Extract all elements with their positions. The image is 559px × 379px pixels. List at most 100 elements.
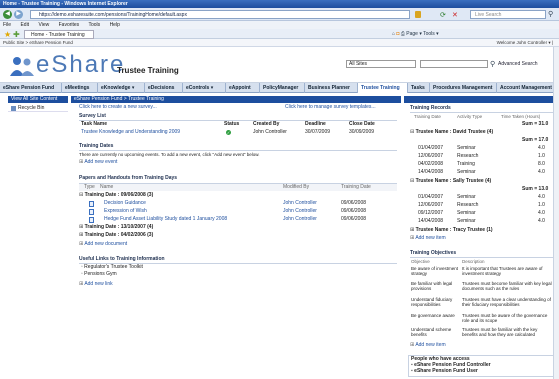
add-new-record-link[interactable]: ⊞ Add new item <box>410 235 446 242</box>
sum-total: Sum = 31.0 <box>522 121 549 127</box>
view-all-site-content-link[interactable]: View All Site Content <box>8 96 68 103</box>
menu-view[interactable]: View <box>38 22 49 28</box>
add-new-link[interactable]: ⊞ Add new link <box>79 281 113 288</box>
menu-favorites[interactable]: Favorites <box>59 22 80 28</box>
objective-name[interactable]: Be familiar with legal provisions <box>411 281 459 291</box>
nav-procedures-management[interactable]: Procedures Management ▾ <box>430 83 497 101</box>
nav-eshare-pension-fund[interactable]: eShare Pension Fund <box>0 83 62 93</box>
record-date[interactable]: 04/02/2008 <box>418 161 443 168</box>
group-training-date-2[interactable]: ⊞ Training Date : 13/10/2007 (4) <box>79 224 153 231</box>
group-training-date-1[interactable]: ⊟ Training Date : 09/06/2008 (3) <box>79 192 153 199</box>
favorites-star-icon[interactable]: ★ <box>4 30 11 39</box>
doc-modified-by[interactable]: John Controller <box>283 216 317 223</box>
browser-tab[interactable]: Home - Trustee Training <box>24 30 94 39</box>
recycle-bin-link[interactable]: Recycle Bin <box>8 104 68 112</box>
nav-policymanager[interactable]: PolicyManager <box>260 83 305 93</box>
record-date[interactable]: 14/04/2008 <box>418 169 443 176</box>
breadcrumb[interactable]: Public Site > eShare Pension Fund <box>0 39 559 47</box>
survey-list-title: Survey List <box>79 113 106 119</box>
col-name[interactable]: Name <box>100 184 113 191</box>
menu-edit[interactable]: Edit <box>20 22 29 28</box>
advanced-search-link[interactable]: Advanced Search <box>498 61 537 67</box>
col-modified-by[interactable]: Modified By <box>283 184 309 191</box>
menu-tools[interactable]: Tools <box>88 22 100 28</box>
nav-eknowledge[interactable]: eKnowledge ▾ <box>98 83 145 93</box>
col-objective[interactable]: Objective <box>411 258 430 265</box>
group-training-date-3[interactable]: ⊞ Training Date : 04/02/2006 (3) <box>79 232 153 239</box>
menu-file[interactable]: File <box>3 22 11 28</box>
col-task-name[interactable]: Task Name <box>81 121 107 128</box>
group-sally-trustee[interactable]: ⊟ Trustee Name : Sally Trustee (4) <box>410 178 491 185</box>
objective-description: Trustees must have a clear understanding… <box>462 297 551 307</box>
objective-name[interactable]: Understand scheme benefits <box>411 327 459 337</box>
forward-icon[interactable]: ▶ <box>14 10 23 19</box>
nav-trustee-training[interactable]: Trustee Training <box>358 83 408 93</box>
feeds-icon[interactable]: ◘ <box>396 31 399 37</box>
browser-toolbar-right[interactable]: ⌂ ◘ ⎙ Page ▾ Tools ▾ <box>392 30 439 39</box>
menu-help[interactable]: Help <box>110 22 120 28</box>
group-tracy-trustee[interactable]: ⊞ Trustee Name : Tracy Trustee (1) <box>410 227 493 234</box>
add-favorite-icon[interactable]: ✚ <box>13 30 20 39</box>
col-description[interactable]: Description <box>462 258 485 265</box>
doc-link[interactable]: Expression of Wish <box>104 208 147 215</box>
search-icon[interactable]: ⚲ <box>548 10 553 18</box>
col-record-date[interactable]: Training Date <box>414 113 441 120</box>
people-group-link[interactable]: ▪ eShare Pension Fund User <box>411 368 478 374</box>
record-date[interactable]: 12/06/2007 <box>418 153 443 160</box>
browser-search-input[interactable]: Live Search <box>470 10 546 19</box>
add-new-objective-link[interactable]: ⊞ Add new item <box>410 342 446 349</box>
link-item-label: Pensions Gym <box>84 271 117 277</box>
record-date[interactable]: 12/06/2007 <box>418 202 443 209</box>
group-david-trustee[interactable]: ⊟ Trustee Name : David Trustee (4) <box>410 129 493 136</box>
record-date[interactable]: 09/12/2007 <box>418 210 443 217</box>
back-icon[interactable]: ◀ <box>3 10 12 19</box>
refresh-icon[interactable]: ⟳ <box>440 11 446 19</box>
doc-link[interactable]: Hedge Fund Asset Liability Study dated 1… <box>104 216 227 223</box>
add-new-event-link[interactable]: ⊞ Add new event <box>79 159 117 166</box>
doc-modified-by[interactable]: John Controller <box>283 208 317 215</box>
welcome-menu[interactable]: Welcome John Controller ▾ | <box>497 39 553 47</box>
scope-select[interactable]: All Sites <box>346 60 416 68</box>
stop-icon[interactable]: ✕ <box>452 11 458 19</box>
col-deadline[interactable]: Deadline <box>305 121 326 128</box>
col-status[interactable]: Status <box>224 121 239 128</box>
group-label: Trustee Name : David Trustee (4) <box>415 129 494 135</box>
group-1-label: Training Date : 09/06/2008 (3) <box>84 192 154 198</box>
nav-econtrols[interactable]: eControls ▾ <box>183 83 226 93</box>
objective-name[interactable]: Be governance aware <box>411 313 459 318</box>
page-tools-menu[interactable]: Page ▾ Tools ▾ <box>406 31 438 37</box>
col-created-by[interactable]: Created By <box>253 121 279 128</box>
col-activity-type[interactable]: Activity Type <box>457 113 482 120</box>
link-item[interactable]: ▫ Pensions Gym <box>81 271 117 278</box>
record-date[interactable]: 01/04/2007 <box>418 145 443 152</box>
nav-account-management[interactable]: Account Management <box>497 83 559 93</box>
create-survey-link[interactable]: Click here to create a new survey... <box>79 104 157 111</box>
record-date[interactable]: 14/04/2008 <box>418 218 443 225</box>
objective-name[interactable]: Be aware of investment strategy <box>411 266 459 276</box>
survey-created-by: John Controller <box>253 129 287 135</box>
record-date[interactable]: 01/04/2007 <box>418 194 443 201</box>
survey-task-link[interactable]: Trustee Knowledge and Understanding 2009 <box>81 129 180 136</box>
col-time-taken[interactable]: Time Taken (Hours) <box>501 113 540 120</box>
useful-links-title: Useful Links to Training Information <box>79 256 165 262</box>
doc-modified-by[interactable]: John Controller <box>283 200 317 207</box>
page-scrollbar[interactable] <box>553 47 559 379</box>
nav-eappoint[interactable]: eAppoint <box>226 83 260 93</box>
col-type[interactable]: Type <box>84 184 95 191</box>
url-input[interactable]: https://demo.esharesuite.com/pensions/Tr… <box>30 10 410 19</box>
col-close-date[interactable]: Close Date <box>349 121 375 128</box>
nav-business-planner[interactable]: Business Planner <box>305 83 358 93</box>
site-search-icon[interactable]: ⚲ <box>490 60 495 68</box>
nav-tasks[interactable]: Tasks <box>408 83 430 93</box>
manage-survey-templates-link[interactable]: Click here to manage survey templates... <box>285 104 376 111</box>
add-new-document-link[interactable]: ⊞ Add new document <box>79 241 127 248</box>
doc-link[interactable]: Decision Guidance <box>104 200 146 207</box>
print-icon[interactable]: ⎙ <box>401 31 405 37</box>
nav-emeetings[interactable]: eMeetings <box>62 83 98 93</box>
col-training-date[interactable]: Training Date <box>341 184 371 191</box>
link-item[interactable]: ▫ Regulator's Trustee Toolkit <box>81 264 143 271</box>
home-icon[interactable]: ⌂ <box>392 31 395 37</box>
nav-edecisions[interactable]: eDecisions <box>145 83 183 93</box>
objective-name[interactable]: Understand fiduciary responsibilities <box>411 297 459 307</box>
site-search-input[interactable] <box>420 60 488 68</box>
